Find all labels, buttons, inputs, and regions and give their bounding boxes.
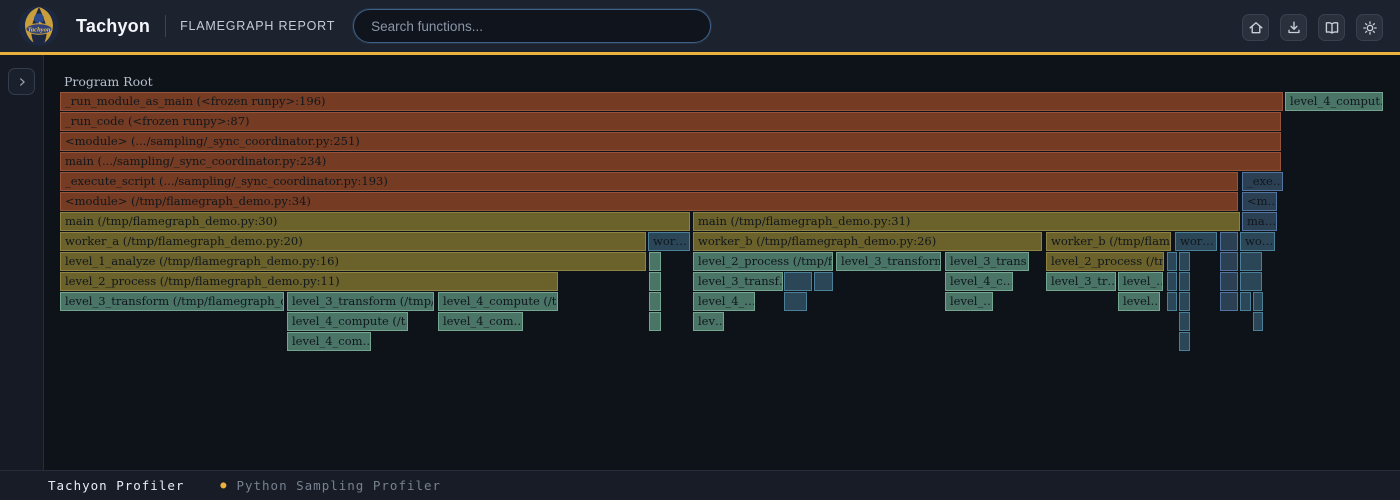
header-divider: [165, 15, 166, 37]
home-icon: [1247, 19, 1265, 37]
flame-bar[interactable]: wo…: [1240, 232, 1275, 251]
flame-bar[interactable]: worker_b (/tmp/flame…: [1046, 232, 1171, 251]
flame-bar[interactable]: main (.../sampling/_sync_coordinator.py:…: [60, 152, 1281, 171]
flame-bar[interactable]: worker_a (/tmp/flamegraph_demo.py:20): [60, 232, 646, 251]
flame-bar[interactable]: [1179, 272, 1190, 291]
flame-bar[interactable]: _run_code (<frozen runpy>:87): [60, 112, 1281, 131]
flame-bar[interactable]: level_1_analyze (/tmp/flamegraph_demo.py…: [60, 252, 646, 271]
flame-bar[interactable]: [1220, 292, 1238, 311]
header: Tachyon Tachyon FLAMEGRAPH REPORT: [0, 0, 1400, 55]
flame-bar[interactable]: main (/tmp/flamegraph_demo.py:30): [60, 212, 690, 231]
flame-bar[interactable]: [649, 292, 661, 311]
download-icon: [1285, 19, 1303, 37]
home-button[interactable]: [1242, 14, 1269, 41]
flame-bar[interactable]: _run_module_as_main (<frozen runpy>:196): [60, 92, 1283, 111]
app-root: Tachyon Tachyon FLAMEGRAPH REPORT: [0, 0, 1400, 500]
flame-bar[interactable]: [1240, 252, 1262, 271]
flame-bar[interactable]: level_…: [1118, 272, 1163, 291]
sidebar: [0, 55, 44, 470]
flame-bar[interactable]: [1179, 332, 1190, 351]
flame-bar[interactable]: level_4_…: [693, 292, 755, 311]
flame-bar[interactable]: level_4_c…: [945, 272, 1013, 291]
flame-bar[interactable]: level_4_com…: [438, 312, 523, 331]
book-icon: [1323, 19, 1341, 37]
flame-bar[interactable]: level_4_compute (/t…: [287, 312, 408, 331]
flame-bar[interactable]: <module> (/tmp/flamegraph_demo.py:34): [60, 192, 1238, 211]
flamegraph-panel: Program Root _run_module_as_main (<froze…: [45, 55, 1400, 470]
flame-bar[interactable]: level_3_transf…: [693, 272, 783, 291]
flame-bar[interactable]: level_3_transform (/tmp/flamegraph_dem…: [60, 292, 284, 311]
header-actions: [1242, 14, 1383, 41]
flame-bar[interactable]: level_3_transform (/tmp/fl…: [287, 292, 434, 311]
status-dot: ●: [220, 480, 226, 491]
tachyon-logo: Tachyon: [18, 5, 60, 47]
flame-bar[interactable]: level_4_com…: [287, 332, 371, 351]
theme-button[interactable]: [1356, 14, 1383, 41]
app-title: Tachyon: [76, 16, 150, 37]
flame-bar[interactable]: _execute_script (.../sampling/_sync_coor…: [60, 172, 1238, 191]
flame-bar[interactable]: level_3_tr…: [1046, 272, 1116, 291]
flame-bar[interactable]: [1240, 272, 1262, 291]
flame-bar[interactable]: [1253, 312, 1263, 331]
chevron-right-icon: [15, 75, 29, 89]
flame-bar[interactable]: [1253, 292, 1263, 311]
flame-bar[interactable]: ma…: [1242, 212, 1277, 231]
flame-bar[interactable]: <m…: [1242, 192, 1277, 211]
flame-bar[interactable]: wor…: [648, 232, 690, 251]
download-button[interactable]: [1280, 14, 1307, 41]
flame-bar[interactable]: [1220, 232, 1238, 251]
flame-bar[interactable]: level_3_transform…: [836, 252, 941, 271]
flame-bar[interactable]: [1179, 312, 1190, 331]
flame-bar[interactable]: [649, 272, 661, 291]
flame-bar[interactable]: [1240, 292, 1251, 311]
flame-bar[interactable]: lev…: [693, 312, 724, 331]
flame-bar[interactable]: [1179, 252, 1190, 271]
flame-bar[interactable]: level_3_trans…: [945, 252, 1029, 271]
search-input[interactable]: [353, 9, 711, 43]
flamegraph-canvas: _run_module_as_main (<frozen runpy>:196)…: [45, 55, 1400, 470]
brightness-icon: [1361, 19, 1379, 37]
flame-bar[interactable]: [1220, 272, 1238, 291]
flame-bar[interactable]: wor…: [1175, 232, 1217, 251]
flame-bar[interactable]: level_4_compute (/t…: [438, 292, 558, 311]
flame-bar[interactable]: level_4_comput…: [1285, 92, 1383, 111]
flame-bar[interactable]: worker_b (/tmp/flamegraph_demo.py:26): [693, 232, 1042, 251]
sidebar-toggle-button[interactable]: [8, 68, 35, 95]
status-bar: Tachyon Profiler ● Python Sampling Profi…: [0, 470, 1400, 500]
flame-bar[interactable]: level_2_process (/tmp/flamegraph_demo.py…: [60, 272, 558, 291]
flame-bar[interactable]: [649, 312, 661, 331]
status-app-name: Tachyon Profiler: [48, 478, 184, 493]
report-type-label: FLAMEGRAPH REPORT: [180, 19, 335, 33]
flame-bar[interactable]: [1167, 272, 1177, 291]
status-description: Python Sampling Profiler: [236, 478, 441, 493]
flame-bar[interactable]: [1220, 252, 1238, 271]
docs-button[interactable]: [1318, 14, 1345, 41]
flame-bar[interactable]: [784, 292, 807, 311]
flame-bar[interactable]: level_…: [945, 292, 993, 311]
flame-bar[interactable]: [649, 252, 661, 271]
flame-bar[interactable]: [814, 272, 833, 291]
flame-bar[interactable]: [784, 272, 812, 291]
flame-bar[interactable]: [1167, 292, 1177, 311]
flame-bar[interactable]: _exe…: [1242, 172, 1283, 191]
flame-bar[interactable]: level_2_process (/tmp/fla…: [693, 252, 833, 271]
flame-bar[interactable]: level_2_process (/tm…: [1046, 252, 1164, 271]
flame-bar[interactable]: [1179, 292, 1190, 311]
svg-text:Tachyon: Tachyon: [28, 26, 51, 33]
flame-bar[interactable]: main (/tmp/flamegraph_demo.py:31): [693, 212, 1240, 231]
flame-bar[interactable]: <module> (.../sampling/_sync_coordinator…: [60, 132, 1281, 151]
flame-bar[interactable]: level…: [1118, 292, 1160, 311]
flame-bar[interactable]: [1167, 252, 1177, 271]
